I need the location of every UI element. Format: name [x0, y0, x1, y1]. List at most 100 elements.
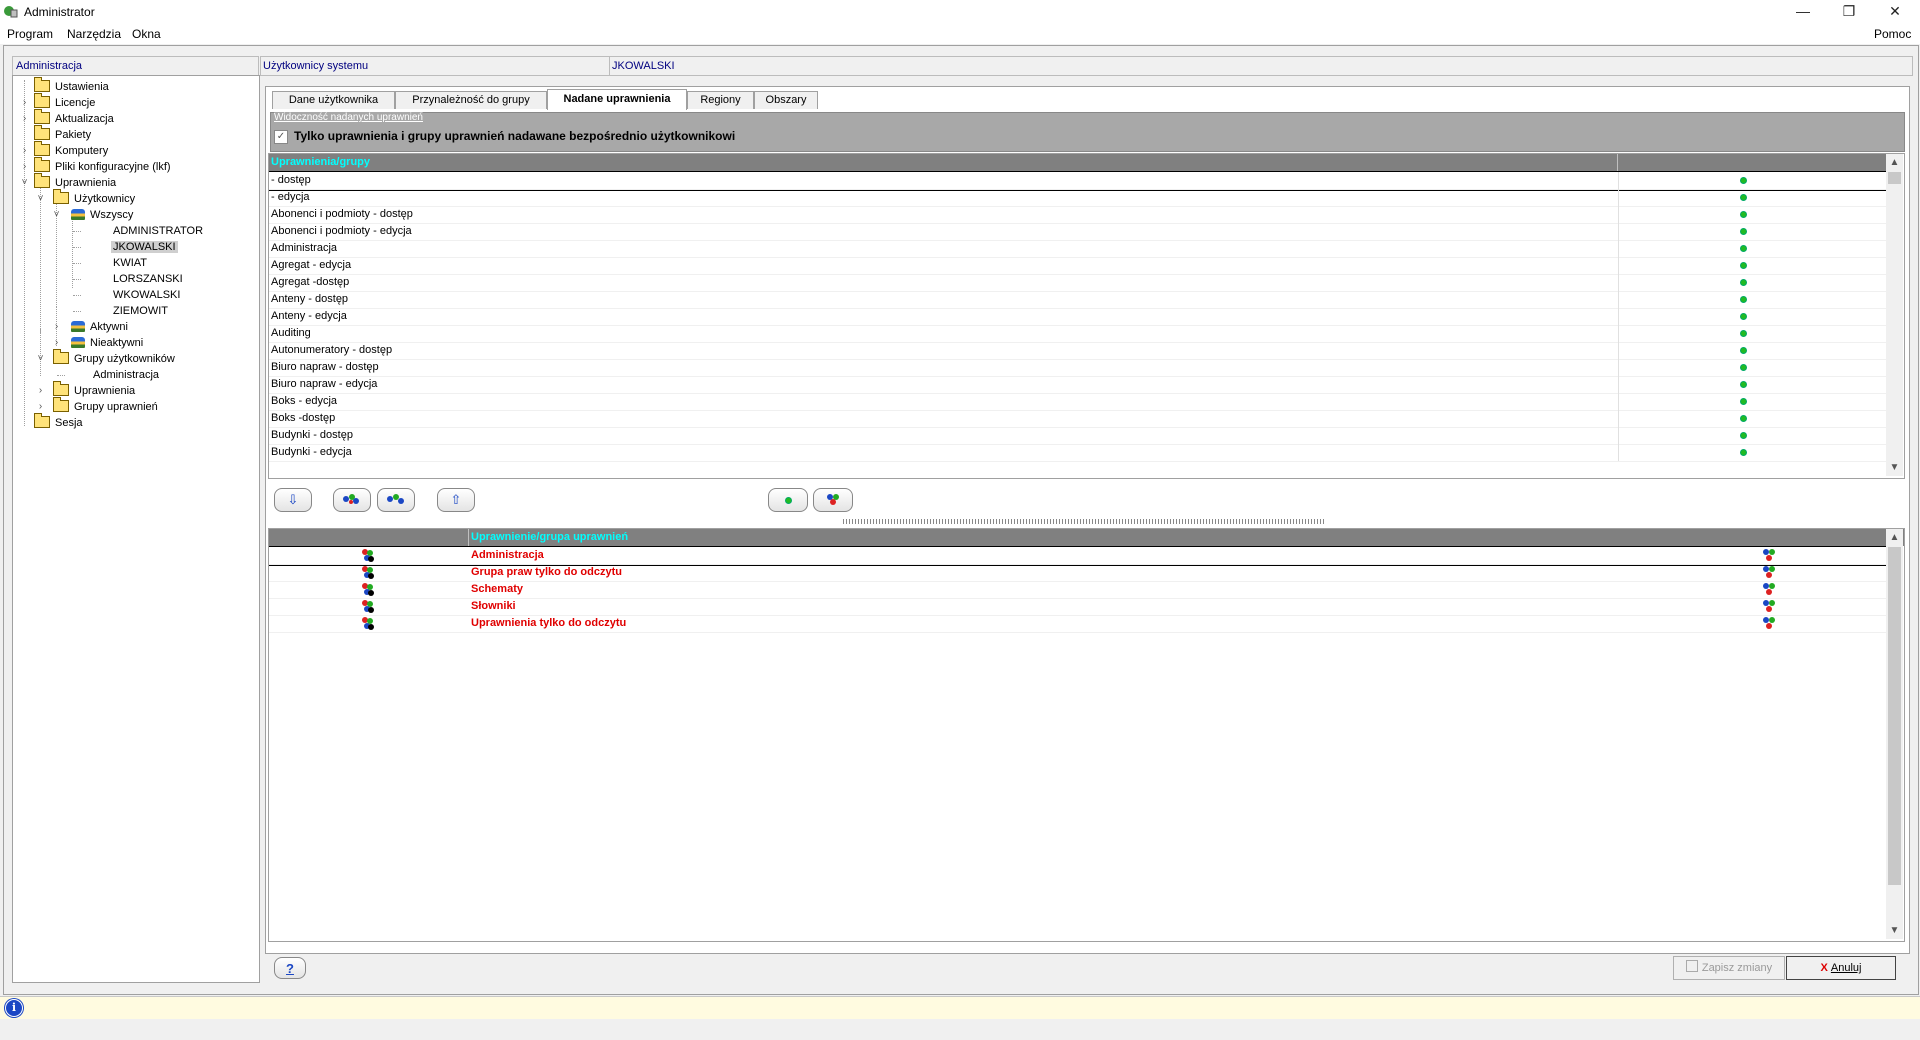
cancel-button[interactable]: X Anuluj: [1786, 956, 1896, 980]
navigation-tree[interactable]: Ustawienia › Licencje › Aktualizacja Pak…: [12, 75, 260, 983]
permissions-grid-header-status[interactable]: [1618, 154, 1887, 171]
tree-item-aktualizacja[interactable]: Aktualizacja: [34, 109, 116, 127]
tree-item-sesja[interactable]: Sesja: [34, 413, 85, 431]
tab-obszary[interactable]: Obszary: [754, 91, 818, 109]
menu-narzedzia[interactable]: Narzędzia: [67, 27, 121, 41]
scroll-up-icon[interactable]: ▲: [1886, 529, 1903, 546]
info-icon[interactable]: i: [5, 999, 23, 1017]
permission-row[interactable]: Autonumeratory - dostęp: [269, 342, 1886, 360]
chevron-right-icon[interactable]: ›: [20, 143, 29, 159]
minimize-button[interactable]: —: [1780, 0, 1826, 24]
tab-regiony[interactable]: Regiony: [687, 91, 754, 109]
tree-item-grupa-administracja[interactable]: Administracja: [91, 367, 161, 383]
permission-row[interactable]: - edycja: [269, 189, 1886, 207]
tree-item-jkowalski[interactable]: JKOWALSKI: [111, 239, 178, 255]
menu-program[interactable]: Program: [7, 27, 53, 41]
chevron-right-icon[interactable]: ›: [20, 159, 29, 175]
permissions-scrollbar[interactable]: ▲ ▼: [1886, 154, 1903, 476]
tab-nadane-uprawnienia[interactable]: Nadane uprawnienia: [547, 89, 687, 110]
direct-only-label[interactable]: Tylko uprawnienia i grupy uprawnień nada…: [294, 129, 735, 143]
scroll-thumb[interactable]: [1888, 547, 1901, 885]
permission-row[interactable]: Administracja: [269, 240, 1886, 258]
permission-row[interactable]: Auditing: [269, 325, 1886, 343]
remove-group-button[interactable]: [377, 488, 415, 512]
filter-groups-button[interactable]: [813, 488, 853, 512]
grid-splitter[interactable]: [843, 519, 1325, 524]
tree-item-komputery[interactable]: Komputery: [34, 141, 110, 159]
permission-row[interactable]: Biuro napraw - dostęp: [269, 359, 1886, 377]
menu-pomoc[interactable]: Pomoc: [1874, 27, 1911, 41]
permission-row[interactable]: Agregat - edycja: [269, 257, 1886, 275]
folder-icon: [34, 413, 50, 428]
move-up-button[interactable]: ⇧: [437, 488, 475, 512]
direct-only-checkbox[interactable]: ✓: [274, 130, 288, 144]
chevron-right-icon[interactable]: ›: [52, 319, 61, 335]
tree-item-administrator[interactable]: ADMINISTRATOR: [111, 223, 205, 239]
folder-icon: [34, 173, 50, 188]
tree-item-pliki-konfiguracyjne[interactable]: Pliki konfiguracyjne (lkf): [34, 157, 173, 175]
tree-item-aktywni[interactable]: Aktywni: [71, 319, 130, 335]
move-down-button[interactable]: ⇩: [274, 488, 312, 512]
chevron-right-icon[interactable]: ›: [20, 95, 29, 111]
tree-item-nieaktywni[interactable]: Nieaktywni: [71, 335, 145, 351]
tree-item-ustawienia[interactable]: Ustawienia: [34, 77, 111, 95]
permission-row[interactable]: Boks -dostęp: [269, 410, 1886, 428]
tree-item-kwiat[interactable]: KWIAT: [111, 255, 149, 271]
groups-grid-header-icon[interactable]: [269, 529, 469, 546]
permission-row[interactable]: Biuro napraw - edycja: [269, 376, 1886, 394]
permissions-grid-header[interactable]: Uprawnienia/grupy: [269, 154, 1618, 171]
permission-row[interactable]: Abonenci i podmioty - edycja: [269, 223, 1886, 241]
tree-item-uprawnienia[interactable]: Uprawnienia: [34, 173, 118, 191]
tree-item-pakiety[interactable]: Pakiety: [34, 125, 93, 143]
scroll-thumb[interactable]: [1888, 172, 1901, 184]
permission-group-row[interactable]: Grupa praw tylko do odczytu: [269, 564, 1886, 582]
tree-item-ziemowit[interactable]: ZIEMOWIT: [111, 303, 170, 319]
permission-groups-grid[interactable]: Uprawnienie/grupa uprawnień Administracj…: [268, 528, 1905, 942]
permission-row[interactable]: - dostęp: [269, 171, 1887, 191]
chevron-down-icon[interactable]: ˅: [36, 351, 45, 367]
permission-row[interactable]: Anteny - edycja: [269, 308, 1886, 326]
permission-row[interactable]: Abonenci i podmioty - dostęp: [269, 206, 1886, 224]
permission-group-row[interactable]: Uprawnienia tylko do odczytu: [269, 615, 1886, 633]
column-separator: [1618, 240, 1619, 257]
permission-row[interactable]: Agregat -dostęp: [269, 274, 1886, 292]
chevron-down-icon[interactable]: ˅: [52, 207, 61, 223]
tree-item-grupy-uprawnien[interactable]: Grupy uprawnień: [53, 397, 160, 415]
scroll-down-icon[interactable]: ▼: [1886, 922, 1903, 939]
permission-group-row[interactable]: Schematy: [269, 581, 1886, 599]
chevron-down-icon[interactable]: ˅: [36, 191, 45, 207]
restore-button[interactable]: ❐: [1826, 0, 1872, 24]
tree-item-uzytkownicy[interactable]: Użytkownicy: [53, 189, 137, 207]
help-button[interactable]: ?: [274, 957, 306, 979]
groups-scrollbar[interactable]: ▲ ▼: [1886, 529, 1903, 939]
column-separator: [1618, 308, 1619, 325]
filter-permissions-button[interactable]: [768, 488, 808, 512]
save-button[interactable]: Zapisz zmiany: [1673, 956, 1785, 980]
chevron-down-icon[interactable]: ˅: [20, 175, 29, 191]
chevron-right-icon[interactable]: ›: [20, 111, 29, 127]
add-group-button[interactable]: [333, 488, 371, 512]
permission-row[interactable]: Boks - edycja: [269, 393, 1886, 411]
chevron-right-icon[interactable]: ›: [36, 383, 45, 399]
permission-row[interactable]: Budynki - dostęp: [269, 427, 1886, 445]
permission-row[interactable]: Budynki - edycja: [269, 444, 1886, 462]
tree-item-licencje[interactable]: Licencje: [34, 93, 97, 111]
tab-dane-uzytkownika[interactable]: Dane użytkownika: [272, 91, 395, 109]
tab-przynaleznosc-do-grupy[interactable]: Przynależność do grupy: [395, 91, 547, 109]
granted-dot-icon: [1740, 330, 1747, 337]
tree-item-uprawnienia-sub[interactable]: Uprawnienia: [53, 381, 137, 399]
tree-item-grupy-uzytkownikow[interactable]: Grupy użytkowników: [53, 349, 177, 367]
scroll-down-icon[interactable]: ▼: [1886, 459, 1903, 476]
close-button[interactable]: ✕: [1872, 0, 1918, 24]
groups-grid-header-status[interactable]: [1668, 529, 1887, 546]
permissions-grid[interactable]: Uprawnienia/grupy - dostęp - edycja Abone…: [268, 153, 1905, 479]
permission-group-row[interactable]: Słowniki: [269, 598, 1886, 616]
tree-item-wkowalski[interactable]: WKOWALSKI: [111, 287, 182, 303]
column-separator: [1618, 223, 1619, 240]
tree-item-lorszanski[interactable]: LORSZANSKI: [111, 271, 185, 287]
permission-group-row[interactable]: Administracja: [269, 546, 1887, 566]
tree-item-wszyscy[interactable]: Wszyscy: [71, 207, 135, 223]
scroll-up-icon[interactable]: ▲: [1886, 154, 1903, 171]
permission-row[interactable]: Anteny - dostęp: [269, 291, 1886, 309]
menu-okna[interactable]: Okna: [132, 27, 161, 41]
